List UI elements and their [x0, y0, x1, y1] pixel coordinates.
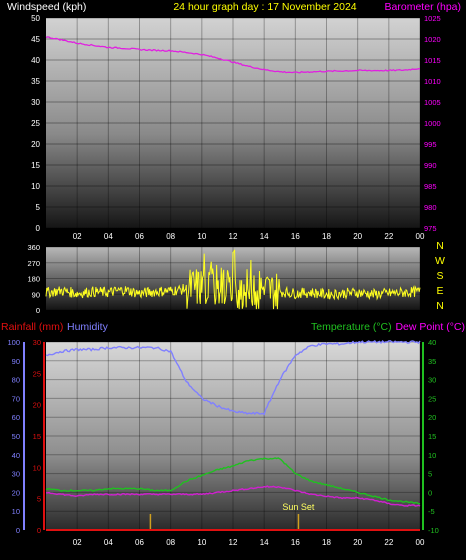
- barometer-tick-label: 990: [424, 161, 437, 170]
- top-x-tick-label: 14: [260, 232, 269, 241]
- barometer-tick-label: 1010: [424, 77, 441, 86]
- windspeed-title: Windspeed (kph): [7, 1, 86, 13]
- top-x-tick-label: 00: [416, 232, 425, 241]
- top-x-tick-label: 16: [291, 232, 300, 241]
- rainfall-title: Rainfall (mm): [1, 321, 63, 333]
- bottom-x-tick-label: 16: [291, 538, 300, 547]
- temperature-tick-label: -5: [428, 507, 435, 516]
- bottom-x-tick-label: 12: [229, 538, 238, 547]
- wind-tick-label: 50: [31, 14, 40, 23]
- barometer-tick-label: 1015: [424, 56, 441, 65]
- rainfall-tick-label: 20: [33, 401, 41, 410]
- top-x-tick-label: 06: [135, 232, 144, 241]
- direction-tick-label: 360: [27, 243, 40, 252]
- barometer-tick-label: 1025: [424, 14, 441, 23]
- humidity-tick-label: 90: [12, 357, 20, 366]
- sunset-annotation: Sun Set: [282, 502, 315, 512]
- bottom-x-tick-label: 04: [104, 538, 113, 547]
- temperature-tick-label: 30: [428, 376, 436, 385]
- wind-tick-label: 5: [36, 203, 41, 212]
- humidity-tick-label: 70: [12, 394, 20, 403]
- compass-label-e: E: [436, 285, 443, 297]
- temperature-tick-label: 20: [428, 413, 436, 422]
- bottom-x-tick-label: 14: [260, 538, 269, 547]
- wind-tick-label: 20: [31, 140, 40, 149]
- barometer-tick-label: 1005: [424, 98, 441, 107]
- bottom-x-tick-label: 10: [197, 538, 206, 547]
- barometer-tick-label: 980: [424, 203, 437, 212]
- temperature-tick-label: 5: [428, 470, 432, 479]
- bottom-x-tick-label: 22: [384, 538, 393, 547]
- compass-label-s: S: [436, 270, 443, 282]
- wind-tick-label: 45: [31, 35, 40, 44]
- rainfall-tick-label: 5: [37, 495, 41, 504]
- wind-tick-label: 25: [31, 119, 40, 128]
- wind-tick-label: 10: [31, 182, 40, 191]
- wind-tick-label: 40: [31, 56, 40, 65]
- humidity-tick-label: 20: [12, 488, 20, 497]
- direction-tick-label: 180: [27, 275, 40, 284]
- top-x-tick-label: 18: [322, 232, 331, 241]
- top-x-tick-label: 22: [384, 232, 393, 241]
- rainfall-tick-label: 30: [33, 338, 41, 347]
- temperature-tick-label: 10: [428, 451, 436, 460]
- temperature-tick-label: 0: [428, 488, 432, 497]
- rainfall-tick-label: 15: [33, 432, 41, 441]
- top-x-tick-label: 20: [353, 232, 362, 241]
- compass-label-n1: N: [436, 240, 444, 252]
- dewpoint-title: Dew Point (°C): [395, 321, 465, 333]
- top-x-tick-label: 08: [166, 232, 175, 241]
- temperature-tick-label: 25: [428, 394, 436, 403]
- direction-tick-label: 0: [36, 306, 40, 315]
- humidity-tick-label: 0: [16, 526, 20, 535]
- compass-label-n2: N: [436, 300, 444, 312]
- bottom-x-tick-label: 08: [166, 538, 175, 547]
- humidity-tick-label: 80: [12, 376, 20, 385]
- wind-tick-label: 35: [31, 77, 40, 86]
- direction-tick-label: 270: [27, 259, 40, 268]
- humidity-tick-label: 10: [12, 507, 20, 516]
- top-x-tick-label: 10: [197, 232, 206, 241]
- bottom-x-tick-label: 00: [416, 538, 425, 547]
- rainfall-tick-label: 25: [33, 369, 41, 378]
- barometer-tick-label: 995: [424, 140, 437, 149]
- humidity-tick-label: 60: [12, 413, 20, 422]
- temperature-title: Temperature (°C): [311, 321, 392, 333]
- bottom-x-tick-label: 20: [353, 538, 362, 547]
- top-x-tick-label: 04: [104, 232, 113, 241]
- chart-title: 24 hour graph day : 17 November 2024: [173, 1, 356, 13]
- top-x-tick-label: 02: [73, 232, 82, 241]
- direction-tick-label: 90: [32, 290, 40, 299]
- wind-tick-label: 0: [36, 224, 41, 233]
- temperature-tick-label: 40: [428, 338, 436, 347]
- compass-label-w: W: [435, 255, 445, 267]
- direction-axis-labels: 0 90 180 270 360: [27, 243, 40, 315]
- humidity-tick-label: 50: [12, 432, 20, 441]
- humidity-title: Humidity: [67, 321, 109, 333]
- barometer-title: Barometer (hpa): [385, 1, 461, 13]
- wind-tick-label: 15: [31, 161, 40, 170]
- barometer-tick-label: 1020: [424, 35, 441, 44]
- bottom-x-tick-label: 06: [135, 538, 144, 547]
- rainfall-tick-label: 10: [33, 463, 41, 472]
- barometer-tick-label: 1000: [424, 119, 441, 128]
- rainfall-tick-label: 0: [37, 526, 41, 535]
- humidity-tick-label: 100: [7, 338, 20, 347]
- temperature-tick-label: 15: [428, 432, 436, 441]
- humidity-tick-label: 40: [12, 451, 20, 460]
- barometer-tick-label: 975: [424, 224, 437, 233]
- humidity-tick-label: 30: [12, 470, 20, 479]
- temperature-tick-label: 35: [428, 357, 436, 366]
- bottom-x-tick-label: 02: [73, 538, 82, 547]
- temperature-tick-label: -10: [428, 526, 439, 535]
- bottom-x-tick-label: 18: [322, 538, 331, 547]
- weather-chart: Windspeed (kph) 24 hour graph day : 17 N…: [0, 0, 465, 547]
- weather-graph-page: Windspeed (kph) 24 hour graph day : 17 N…: [0, 0, 466, 555]
- barometer-tick-label: 985: [424, 182, 437, 191]
- wind-tick-label: 30: [31, 98, 40, 107]
- top-x-tick-label: 12: [229, 232, 238, 241]
